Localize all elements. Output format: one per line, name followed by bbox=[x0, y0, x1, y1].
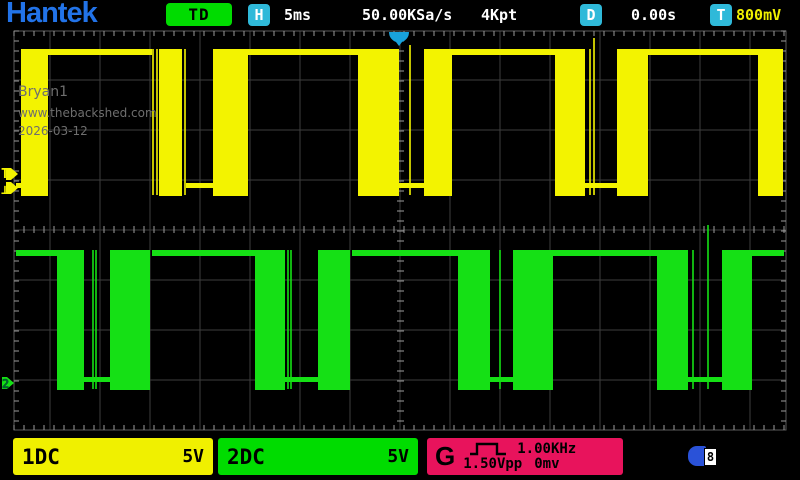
usb-drive-icon: 8 bbox=[688, 445, 718, 467]
trigger-position-marker[interactable] bbox=[389, 32, 409, 46]
ch1-trace bbox=[48, 49, 152, 55]
ch2-trace bbox=[458, 250, 490, 390]
trigger-level-value: 800mV bbox=[736, 6, 781, 24]
user-overlay-text: Bryan1 www.thebackshed.com 2026-03-12 bbox=[18, 82, 157, 141]
ch1-trace bbox=[186, 183, 213, 188]
ch2-trace-glitch bbox=[290, 250, 292, 389]
trigger-icon[interactable]: T bbox=[710, 4, 732, 26]
ch2-trace bbox=[285, 377, 318, 382]
ch1-trace bbox=[248, 49, 358, 55]
ch1-volts-per-div: 5V bbox=[182, 446, 204, 467]
ch2-trace bbox=[490, 377, 513, 382]
ch2-marker-label: 2 bbox=[2, 377, 9, 391]
generator-vpp: 1.50Vpp bbox=[463, 457, 522, 472]
ch1-trace bbox=[555, 49, 585, 196]
horizontal-icon[interactable]: H bbox=[248, 4, 270, 26]
ch2-trace-glitch bbox=[707, 225, 709, 389]
ch2-trace-glitch bbox=[287, 250, 289, 389]
hantek-logo: Hantek bbox=[6, 0, 97, 30]
ch1-status-box[interactable]: 1DC 5V bbox=[13, 438, 213, 475]
square-wave-icon bbox=[469, 442, 507, 456]
overlay-line-3: 2026-03-12 bbox=[18, 122, 157, 141]
ch1-trace bbox=[399, 183, 424, 188]
footer-bar: 1DC 5V 2DC 5V G 1.00KHz 1.50Vpp 0mv bbox=[0, 436, 800, 480]
ch2-trace bbox=[722, 250, 752, 390]
ch2-trace bbox=[752, 250, 784, 256]
ch1-trace bbox=[648, 49, 758, 55]
ch2-trace bbox=[110, 250, 150, 390]
ch1-trace bbox=[758, 49, 783, 196]
ch1-trace-glitch bbox=[409, 45, 411, 195]
ch1-trace bbox=[617, 49, 648, 196]
ch1-trace-glitch bbox=[589, 49, 591, 195]
ch2-trace-glitch bbox=[692, 250, 694, 389]
waveform-display: T⊥2 bbox=[0, 0, 800, 480]
header-bar: Hantek TD H 5ms 50.00KSa/s 4Kpt D 0.00s … bbox=[0, 0, 800, 30]
ch2-trace bbox=[16, 250, 57, 256]
trigger-level-marker[interactable] bbox=[6, 168, 18, 180]
delay-icon[interactable]: D bbox=[580, 4, 602, 26]
ch1-trace bbox=[159, 49, 182, 196]
overlay-line-2: www.thebackshed.com bbox=[18, 104, 157, 123]
usb-drive-plug: 8 bbox=[704, 448, 717, 466]
ch1-trace bbox=[424, 49, 452, 196]
ch1-trace bbox=[358, 49, 399, 196]
ch1-trace bbox=[585, 183, 617, 188]
ch2-trace bbox=[352, 250, 458, 256]
ch2-trace bbox=[513, 250, 553, 390]
ch2-trace bbox=[84, 377, 110, 382]
ch2-trace bbox=[657, 250, 688, 390]
ch2-trace-glitch bbox=[499, 250, 501, 389]
oscilloscope-screen: Hantek TD H 5ms 50.00KSa/s 4Kpt D 0.00s … bbox=[0, 0, 800, 480]
ch1-trace-glitch bbox=[593, 38, 595, 195]
ch2-trace bbox=[57, 250, 84, 390]
generator-offset: 0mv bbox=[534, 457, 559, 472]
sample-rate-value: 50.00KSa/s bbox=[362, 6, 452, 24]
ch1-trace bbox=[452, 49, 555, 55]
generator-frequency: 1.00KHz bbox=[517, 442, 576, 457]
ch2-trace bbox=[553, 250, 657, 256]
ch2-trace bbox=[318, 250, 350, 390]
ch2-trace bbox=[152, 250, 255, 256]
trigger-status-button[interactable]: TD bbox=[166, 3, 232, 26]
ch2-status-box[interactable]: 2DC 5V bbox=[218, 438, 418, 475]
ch1-trace-glitch bbox=[184, 49, 186, 195]
ch2-trace bbox=[255, 250, 285, 390]
ch1-trace bbox=[213, 49, 248, 196]
ch2-coupling-label: 2DC bbox=[227, 445, 265, 469]
ch1-coupling-label: 1DC bbox=[22, 445, 60, 469]
timebase-value: 5ms bbox=[284, 6, 311, 24]
ch2-volts-per-div: 5V bbox=[387, 446, 409, 467]
horizontal-delay-value: 0.00s bbox=[631, 6, 676, 24]
memory-depth-value: 4Kpt bbox=[481, 6, 517, 24]
ch2-trace-glitch bbox=[95, 250, 97, 389]
generator-label: G bbox=[435, 441, 455, 472]
ch2-trace-glitch bbox=[92, 250, 94, 389]
overlay-line-1: Bryan1 bbox=[18, 82, 157, 104]
generator-status-box[interactable]: G 1.00KHz 1.50Vpp 0mv bbox=[427, 438, 623, 475]
